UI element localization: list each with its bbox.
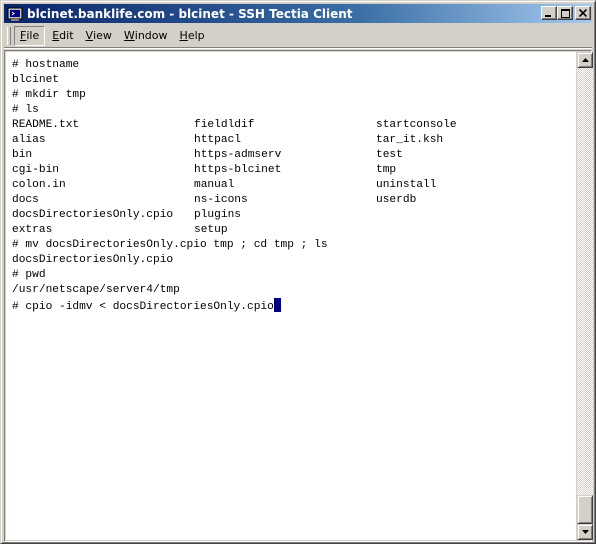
ls-row: alias httpacl tar_it.ksh: [12, 133, 576, 148]
ls-entry: colon.in: [12, 179, 66, 191]
arrow-up-icon: [581, 58, 589, 62]
terminal-line: # pwd: [12, 269, 46, 281]
ls-entry: userdb: [376, 194, 417, 206]
close-icon: [579, 9, 587, 17]
ls-entry: bin: [12, 149, 33, 161]
ls-row: docsDirectoriesOnly.cpio plugins: [12, 208, 576, 223]
terminal-line: docsDirectoriesOnly.cpio: [12, 254, 174, 266]
ls-entry: ns-icons: [194, 194, 248, 206]
application-window: blcinet.banklife.com - blcinet - SSH Tec…: [0, 0, 596, 544]
ls-row: bin https-admserv test: [12, 148, 576, 163]
command-prompt-line[interactable]: # cpio -idmv < docsDirectoriesOnly.cpio: [12, 298, 576, 313]
ls-entry: docs: [12, 194, 39, 206]
minimize-icon: [545, 15, 551, 17]
menu-view[interactable]: View: [81, 26, 117, 46]
ls-entry: README.txt: [12, 119, 80, 131]
ls-entry: docsDirectoriesOnly.cpio: [12, 209, 174, 221]
ls-entry: https-admserv: [194, 149, 282, 161]
terminal-line: # mv docsDirectoriesOnly.cpio tmp ; cd t…: [12, 239, 328, 251]
menu-bar: File Edit View Window Help: [4, 24, 592, 48]
terminal-line: # hostname: [12, 59, 80, 71]
ls-entry: manual: [194, 179, 235, 191]
terminal-app-icon[interactable]: [7, 6, 23, 22]
ls-entry: alias: [12, 134, 46, 146]
ls-entry: setup: [194, 224, 228, 236]
terminal-line: # ls: [12, 104, 39, 116]
ls-row: docs ns-icons userdb: [12, 193, 576, 208]
menu-help[interactable]: Help: [175, 26, 210, 46]
menu-file[interactable]: File: [14, 25, 46, 46]
menu-grip[interactable]: [7, 26, 11, 45]
maximize-button[interactable]: [557, 6, 573, 20]
ls-entry: plugins: [194, 209, 241, 221]
ls-entry: tar_it.ksh: [376, 134, 444, 146]
ls-entry: fieldldif: [194, 119, 255, 131]
title-bar[interactable]: blcinet.banklife.com - blcinet - SSH Tec…: [4, 4, 592, 23]
terminal-frame: # hostname blcinet # mkdir tmp # ls READ…: [4, 50, 593, 542]
maximize-icon: [560, 8, 570, 18]
terminal-line: blcinet: [12, 74, 59, 86]
close-button[interactable]: [575, 6, 591, 20]
ls-row: cgi-bin https-blcinet tmp: [12, 163, 576, 178]
current-command: # cpio -idmv < docsDirectoriesOnly.cpio: [12, 301, 274, 313]
scrollbar-thumb[interactable]: [577, 495, 593, 524]
terminal-line: # mkdir tmp: [12, 89, 86, 101]
ls-entry: cgi-bin: [12, 164, 59, 176]
window-title: blcinet.banklife.com - blcinet - SSH Tec…: [27, 6, 353, 21]
ls-entry: httpacl: [194, 134, 241, 146]
ls-entry: extras: [12, 224, 53, 236]
ls-entry: startconsole: [376, 119, 457, 131]
ls-row: colon.in manual uninstall: [12, 178, 576, 193]
minimize-button[interactable]: [541, 6, 557, 20]
vertical-scrollbar[interactable]: [577, 52, 593, 540]
ls-row: extras setup: [12, 223, 576, 238]
arrow-down-icon: [581, 530, 589, 534]
text-cursor: [273, 298, 281, 312]
ls-entry: tmp: [376, 164, 397, 176]
ls-row: README.txt fieldldif startconsole: [12, 118, 576, 133]
ls-entry: uninstall: [376, 179, 437, 191]
menu-edit[interactable]: Edit: [47, 26, 78, 46]
terminal-output[interactable]: # hostname blcinet # mkdir tmp # ls READ…: [6, 52, 576, 540]
menu-window[interactable]: Window: [119, 26, 173, 46]
scroll-down-button[interactable]: [577, 524, 593, 540]
terminal-line: /usr/netscape/server4/tmp: [12, 284, 180, 296]
scroll-up-button[interactable]: [577, 52, 593, 68]
ls-entry: https-blcinet: [194, 164, 282, 176]
ls-entry: test: [376, 149, 403, 161]
